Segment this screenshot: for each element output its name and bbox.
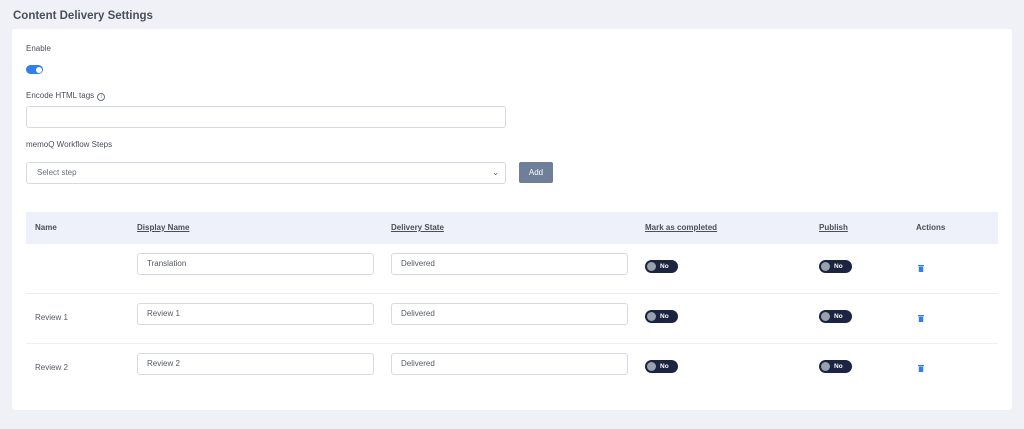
page-title: Content Delivery Settings (13, 10, 153, 22)
toggle-label: No (660, 313, 669, 320)
toggle-dot (821, 312, 830, 321)
trash-icon[interactable] (918, 265, 924, 272)
row-name: Review 1 (35, 313, 68, 322)
table-row: Review 1 Review 1 Delivered No No (26, 294, 998, 344)
toggle-label: No (834, 263, 843, 270)
header-mark-completed[interactable]: Mark as completed (645, 212, 717, 244)
toggle-label: No (834, 313, 843, 320)
toggle-label: No (834, 363, 843, 370)
workflow-step-select[interactable]: Select step ⌄ (26, 162, 506, 184)
mark-completed-toggle[interactable]: No (645, 310, 678, 323)
mark-completed-toggle[interactable]: No (645, 360, 678, 373)
delivery-state-input[interactable]: Delivered (391, 353, 628, 375)
toggle-dot (821, 262, 830, 271)
encode-html-label-text: Encode HTML tags (26, 91, 95, 100)
display-name-input[interactable]: Translation (137, 253, 374, 275)
workflow-steps-label: memoQ Workflow Steps (26, 140, 113, 149)
header-display-name[interactable]: Display Name (137, 212, 189, 244)
delivery-state-input[interactable]: Delivered (391, 253, 628, 275)
display-name-input[interactable]: Review 2 (137, 353, 374, 375)
display-name-input[interactable]: Review 1 (137, 303, 374, 325)
mark-completed-toggle[interactable]: No (645, 260, 678, 273)
toggle-label: No (660, 263, 669, 270)
chevron-down-icon: ⌄ (492, 168, 499, 177)
enable-toggle[interactable] (26, 65, 43, 74)
add-button[interactable]: Add (519, 162, 553, 183)
publish-toggle[interactable]: No (819, 260, 852, 273)
header-publish[interactable]: Publish (819, 212, 848, 244)
toggle-knob (35, 66, 42, 73)
select-placeholder: Select step (37, 168, 77, 177)
trash-icon[interactable] (918, 365, 924, 372)
header-delivery-state[interactable]: Delivery State (391, 212, 444, 244)
toggle-dot (647, 362, 656, 371)
table-row: Translation Delivered No No (26, 244, 998, 294)
header-actions: Actions (916, 223, 946, 232)
toggle-dot (821, 362, 830, 371)
table-row: Review 2 Review 2 Delivered No No (26, 344, 998, 393)
table-header: Name Display Name Delivery State Mark as… (26, 212, 998, 244)
toggle-dot (647, 312, 656, 321)
encode-html-label: Encode HTML tags i (26, 91, 106, 101)
row-name: Review 2 (35, 363, 68, 372)
encode-html-input[interactable] (26, 106, 506, 128)
delivery-state-input[interactable]: Delivered (391, 303, 628, 325)
header-name: Name (35, 223, 57, 232)
publish-toggle[interactable]: No (819, 310, 852, 323)
toggle-label: No (660, 363, 669, 370)
info-circle-icon[interactable]: i (97, 93, 106, 101)
settings-card: Enable Encode HTML tags i memoQ Workflow … (12, 29, 1012, 410)
toggle-dot (647, 262, 656, 271)
trash-icon[interactable] (918, 315, 924, 322)
enable-label: Enable (26, 44, 51, 53)
publish-toggle[interactable]: No (819, 360, 852, 373)
